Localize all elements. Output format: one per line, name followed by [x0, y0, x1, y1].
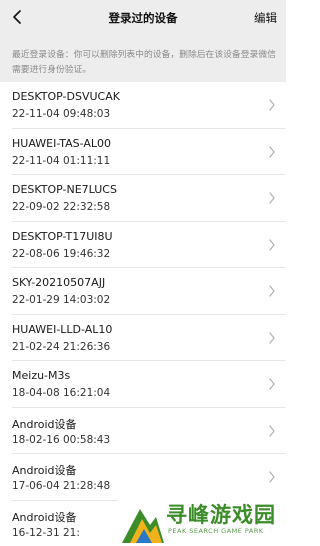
device-row[interactable]: HUAWEI-LLD-AL10 21-02-24 21:26:36: [0, 314, 286, 361]
watermark-title: 寻峰游戏园: [166, 503, 276, 527]
chevron-right-icon: [269, 238, 275, 251]
device-last-login-time: 16-12-31 21:: [12, 526, 80, 539]
watermark-logo: 寻峰游戏园 PEAK SEARCH GAME PARK: [118, 497, 286, 546]
device-name: HUAWEI-TAS-AL00: [12, 136, 112, 150]
device-name: DESKTOP-NE7LUCS: [12, 183, 117, 196]
device-last-login-time: 18-04-08 16:21:04: [12, 387, 111, 399]
navigation-bar: 登录过的设备 编辑: [0, 0, 286, 38]
device-row[interactable]: DESKTOP-T17UI8U 22-08-06 19:46:32: [0, 221, 286, 268]
device-name: Android设备: [12, 464, 77, 477]
device-list: DESKTOP-DSVUCAK 22-11-04 09:48:03 HUAWEI-T…: [0, 82, 286, 546]
device-last-login-time: 22-09-02 22:32:58: [12, 201, 111, 213]
device-row[interactable]: DESKTOP-NE7LUCS 22-09-02 22:32:58: [0, 175, 286, 222]
device-row[interactable]: Android设备 18-02-16 00:58:43: [0, 407, 286, 454]
device-row[interactable]: DESKTOP-DSVUCAK 22-11-04 09:48:03: [0, 82, 286, 129]
mountain-logo-icon: [122, 509, 164, 543]
device-last-login-time: 22-11-04 01:11:11: [12, 154, 111, 167]
chevron-right-icon: [269, 378, 275, 390]
chevron-right-icon: [269, 145, 275, 158]
device-row[interactable]: Meizu-M3s 18-04-08 16:21:04: [0, 361, 286, 408]
device-name: SKY-20210507AJJ: [12, 276, 106, 289]
edit-button[interactable]: 编辑: [254, 10, 277, 26]
device-name: Android设备: [12, 417, 77, 431]
chevron-right-icon: [269, 192, 275, 204]
device-last-login-time: 22-08-06 19:46:32: [12, 247, 111, 260]
chevron-right-icon: [269, 471, 275, 483]
page-title: 登录过的设备: [108, 11, 178, 25]
device-last-login-time: 17-06-04 21:28:48: [12, 480, 111, 492]
device-row[interactable]: HUAWEI-TAS-AL00 22-11-04 01:11:11: [0, 128, 286, 175]
device-name: Android设备: [12, 510, 77, 524]
device-name: HUAWEI-LLD-AL10: [12, 322, 113, 336]
recent-devices-notice: 最近登录设备：你可以删除列表中的设备，删除后在该设备登录微信需要进行身份验证。: [0, 38, 286, 82]
device-name: DESKTOP-T17UI8U: [12, 229, 113, 243]
chevron-right-icon: [269, 424, 275, 437]
device-last-login-time: 22-01-29 14:03:02: [12, 294, 111, 306]
device-last-login-time: 21-02-24 21:26:36: [12, 340, 111, 353]
device-last-login-time: 18-02-16 00:58:43: [12, 433, 111, 446]
device-row[interactable]: Android设备 17-06-04 21:28:48: [0, 454, 286, 501]
device-row[interactable]: SKY-20210507AJJ 22-01-29 14:03:02: [0, 268, 286, 315]
device-name: Meizu-M3s: [12, 369, 71, 382]
device-name: DESKTOP-DSVUCAK: [12, 90, 120, 103]
chevron-right-icon: [269, 285, 275, 297]
device-last-login-time: 22-11-04 09:48:03: [12, 108, 111, 120]
watermark-subtitle: PEAK SEARCH GAME PARK: [168, 527, 264, 535]
chevron-right-icon: [269, 331, 275, 344]
chevron-right-icon: [269, 99, 275, 111]
